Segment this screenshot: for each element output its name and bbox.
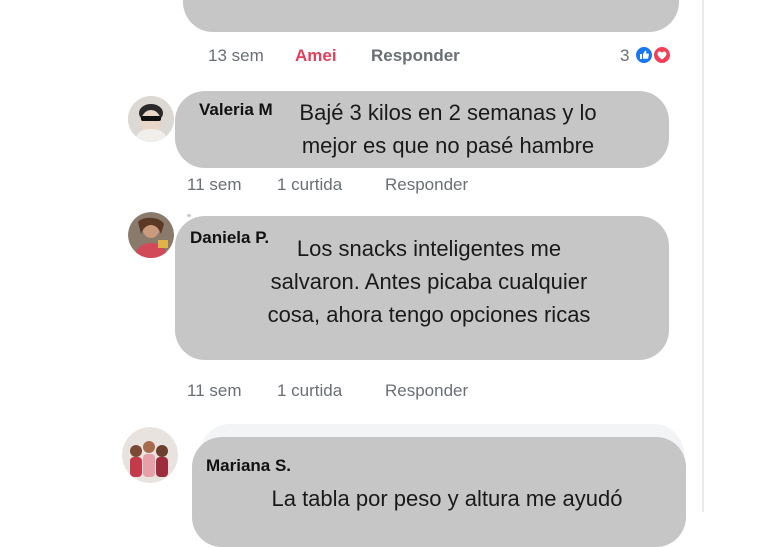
like-button[interactable]: Amei [295, 46, 337, 66]
more-dots [187, 214, 191, 217]
comment-actions: 11 sem 1 curtida Responder [0, 175, 700, 199]
comment-line: mejor es que no pasé hambre [301, 133, 595, 158]
comment-text: Bajé 3 kilos en 2 semanas y lo mejor es … [283, 96, 613, 162]
reaction-summary[interactable]: 3 [620, 44, 686, 68]
avatar[interactable] [122, 427, 178, 483]
reply-button[interactable]: Responder [385, 381, 468, 401]
comment-line: cosa, ahora tengo opciones ricas [267, 302, 591, 327]
comment-text: La tabla por peso y altura me ayudó [252, 482, 642, 515]
like-count-link[interactable]: 1 curtida [277, 381, 342, 401]
avatar[interactable] [128, 96, 174, 142]
comment-line: salvaron. Antes picaba cualquier [270, 269, 588, 294]
comment-time[interactable]: 11 sem [187, 175, 242, 195]
page-divider [702, 0, 704, 512]
like-icon [634, 45, 654, 65]
comment-actions: 11 sem 1 curtida Responder [0, 381, 700, 405]
comment-line: Los snacks inteligentes me [296, 236, 562, 261]
comment-author[interactable]: Mariana S. [206, 456, 291, 476]
reply-button[interactable]: Responder [371, 46, 460, 66]
comment-time[interactable]: 11 sem [187, 381, 242, 401]
comment-line: La tabla por peso y altura me ayudó [271, 486, 623, 511]
like-count-link[interactable]: 1 curtida [277, 175, 342, 195]
comment-line: Bajé 3 kilos en 2 semanas y lo [299, 100, 597, 125]
reply-button[interactable]: Responder [385, 175, 468, 195]
comment-actions: 13 sem Amei Responder [0, 46, 700, 70]
comment-time[interactable]: 13 sem [208, 46, 264, 66]
avatar[interactable] [128, 212, 174, 258]
reaction-count: 3 [620, 46, 630, 65]
love-icon [652, 45, 672, 65]
comment-author[interactable]: Valeria M [199, 100, 273, 120]
comment-text: Los snacks inteligentes me salvaron. Ant… [240, 232, 618, 331]
comment-bubble [183, 0, 679, 32]
